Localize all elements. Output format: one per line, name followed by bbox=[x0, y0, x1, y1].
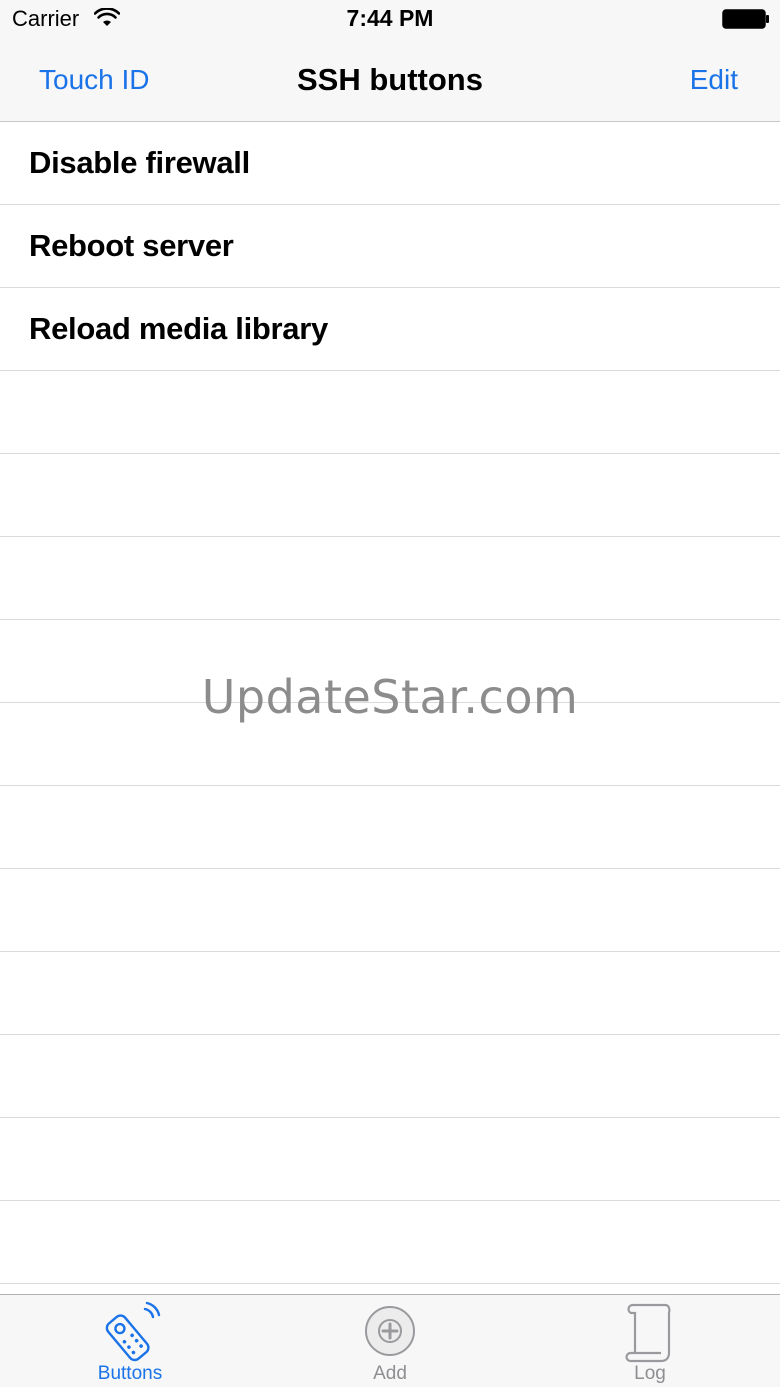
app-screen: Carrier 7:44 PM Touch ID SSH buttons Edi… bbox=[0, 0, 780, 1387]
clock: 7:44 PM bbox=[346, 5, 434, 31]
empty-row bbox=[0, 1035, 780, 1118]
empty-row bbox=[0, 537, 780, 620]
empty-row bbox=[0, 786, 780, 869]
empty-row bbox=[0, 869, 780, 952]
empty-row bbox=[0, 952, 780, 1035]
list-item[interactable]: Reload media library bbox=[0, 288, 780, 371]
tab-add[interactable]: Add bbox=[260, 1295, 520, 1387]
edit-button[interactable]: Edit bbox=[690, 64, 738, 96]
add-circle-icon bbox=[365, 1306, 415, 1356]
list-item-label: Reboot server bbox=[29, 228, 234, 263]
tab-label: Buttons bbox=[97, 1363, 163, 1384]
status-bar: Carrier 7:44 PM bbox=[0, 0, 780, 38]
remote-icon bbox=[105, 1301, 161, 1362]
list-item-label: Reload media library bbox=[29, 311, 328, 346]
tab-label: Log bbox=[634, 1363, 666, 1384]
tab-buttons[interactable]: Buttons bbox=[0, 1295, 260, 1387]
navigation-bar: Touch ID SSH buttons Edit bbox=[0, 38, 780, 122]
battery-icon bbox=[722, 9, 769, 29]
empty-row bbox=[0, 371, 780, 454]
tab-log[interactable]: Log bbox=[520, 1295, 780, 1387]
empty-row bbox=[0, 1201, 780, 1284]
tab-label: Add bbox=[373, 1363, 407, 1384]
list-item-label: Disable firewall bbox=[29, 145, 250, 180]
empty-row bbox=[0, 1118, 780, 1201]
scroll-icon bbox=[625, 1303, 671, 1363]
page-title: SSH buttons bbox=[297, 62, 483, 97]
tab-bar: Buttons Add Log bbox=[0, 1294, 780, 1387]
list-item[interactable]: Reboot server bbox=[0, 205, 780, 288]
list-item[interactable]: Disable firewall bbox=[0, 122, 780, 205]
watermark-text: UpdateStar.com bbox=[201, 670, 579, 724]
empty-row bbox=[0, 454, 780, 537]
